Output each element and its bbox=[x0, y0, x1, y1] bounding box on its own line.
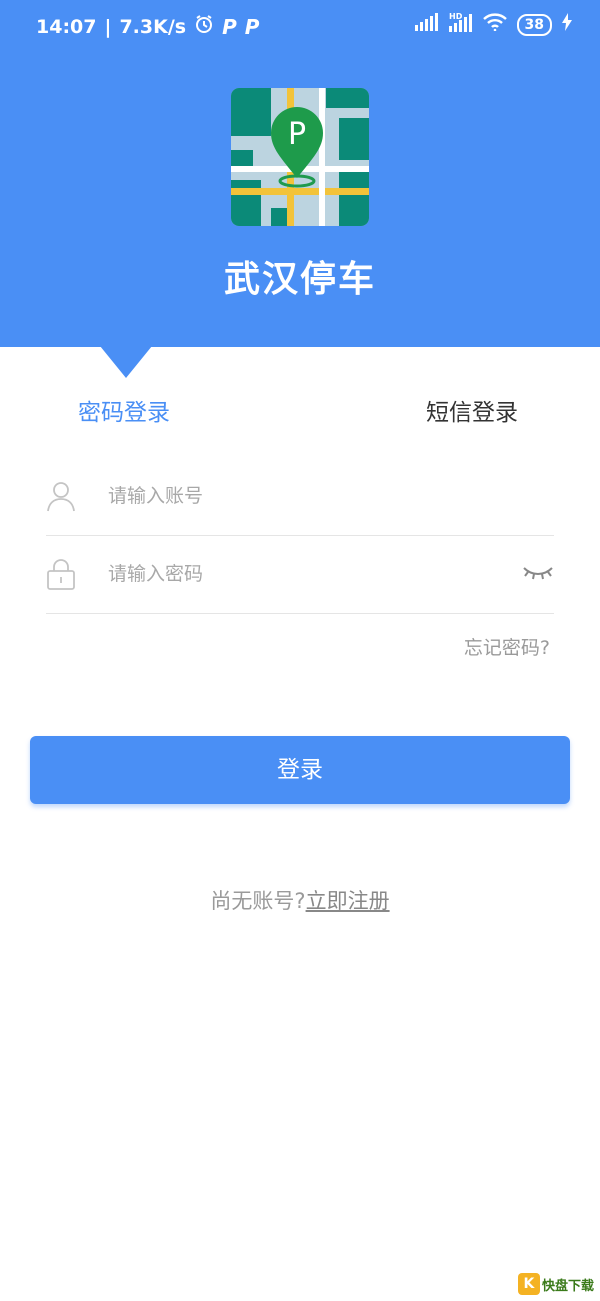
header-banner: 14:07 | 7.3K/s P P HD 38 P 武汉停车 bbox=[0, 0, 600, 347]
account-field bbox=[46, 458, 554, 536]
tab-password-login[interactable]: 密码登录 bbox=[78, 393, 170, 427]
watermark-badge: K bbox=[517, 1273, 540, 1295]
watermark: K 快盘下载 bbox=[517, 1273, 594, 1295]
signal-icon bbox=[414, 13, 439, 36]
password-field bbox=[46, 536, 554, 614]
battery-indicator: 38 bbox=[516, 13, 552, 36]
svg-text:P: P bbox=[288, 117, 306, 152]
user-icon bbox=[46, 480, 76, 512]
svg-text:HD: HD bbox=[449, 12, 463, 21]
eye-closed-icon[interactable] bbox=[522, 560, 554, 584]
forgot-password-link[interactable]: 忘记密码? bbox=[464, 633, 550, 660]
parking-app-icon-2: P bbox=[244, 14, 260, 39]
parking-app-icon: P bbox=[222, 14, 237, 39]
app-name: 武汉停车 bbox=[223, 259, 376, 300]
register-prompt: 尚无账号? bbox=[210, 889, 306, 913]
status-network-speed: 7.3K/s bbox=[119, 15, 187, 38]
login-button[interactable]: 登录 bbox=[30, 736, 570, 804]
active-tab-pointer bbox=[100, 346, 152, 378]
hd-signal-icon: HD bbox=[448, 12, 473, 37]
register-row: 尚无账号?立即注册 bbox=[0, 885, 600, 915]
password-input[interactable] bbox=[108, 556, 488, 592]
register-link[interactable]: 立即注册 bbox=[306, 889, 390, 913]
account-input[interactable] bbox=[108, 478, 488, 514]
app-logo: P bbox=[231, 88, 369, 226]
wifi-icon bbox=[482, 13, 507, 36]
watermark-text: 快盘下载 bbox=[541, 1278, 594, 1294]
tab-sms-login[interactable]: 短信登录 bbox=[426, 393, 518, 427]
lock-icon bbox=[46, 558, 76, 590]
status-bar: 14:07 | 7.3K/s P P HD 38 bbox=[0, 0, 600, 56]
charging-icon bbox=[562, 13, 572, 36]
alarm-icon bbox=[194, 14, 214, 39]
status-time: 14:07 bbox=[36, 15, 97, 38]
